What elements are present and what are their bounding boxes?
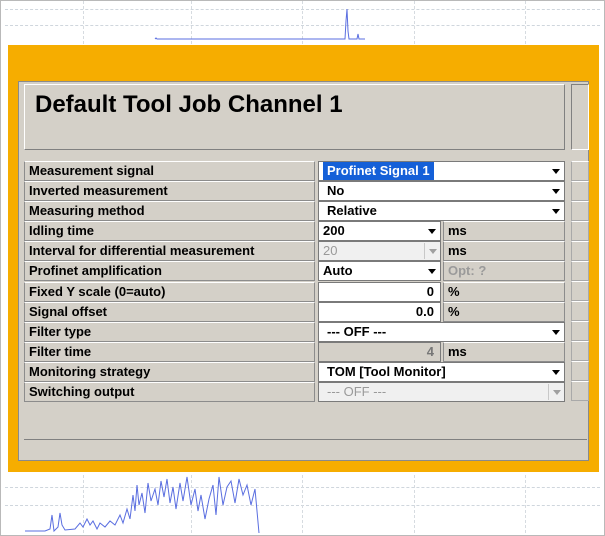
edge-cell [571, 361, 589, 381]
differential-interval-label: Interval for differential measurement [24, 241, 315, 262]
edge-cell [571, 301, 589, 321]
edge-cell [571, 161, 589, 181]
dialog-title: Default Tool Job Channel 1 [35, 91, 343, 118]
edge-cell [571, 221, 589, 241]
signal-chart-bottom [5, 475, 600, 533]
job-channel-dialog: Default Tool Job Channel 1 Measurement s… [8, 45, 599, 472]
chevron-down-icon[interactable] [548, 363, 563, 380]
title-panel: Default Tool Job Channel 1 [24, 84, 565, 150]
measurement-signal-select[interactable]: Profinet Signal 1 [318, 161, 565, 181]
inverted-measurement-select[interactable]: No [318, 181, 565, 202]
row-idling-time: Idling time 200 ms [24, 221, 565, 242]
profinet-amplification-value: Auto [323, 263, 353, 279]
measurement-signal-value: Profinet Signal 1 [323, 162, 434, 180]
settings-table: Measurement signal Profinet Signal 1 Inv… [24, 161, 565, 403]
edge-cell [571, 381, 589, 401]
chevron-down-icon[interactable] [548, 323, 563, 340]
row-differential-interval: Interval for differential measurement 20… [24, 241, 565, 262]
switching-output-value: --- OFF --- [327, 384, 387, 400]
measuring-method-label: Measuring method [24, 201, 315, 222]
chevron-down-icon [424, 243, 439, 260]
monitoring-strategy-select[interactable]: TOM [Tool Monitor] [318, 361, 565, 382]
fixed-y-scale-unit: % [443, 281, 565, 302]
row-signal-offset: Signal offset 0.0 % [24, 301, 565, 322]
signal-chart-top [5, 1, 600, 44]
row-measuring-method: Measuring method Relative [24, 201, 565, 222]
fixed-y-scale-label: Fixed Y scale (0=auto) [24, 281, 315, 302]
row-monitoring-strategy: Monitoring strategy TOM [Tool Monitor] [24, 361, 565, 382]
edge-cell [571, 281, 589, 301]
signal-offset-label: Signal offset [24, 301, 315, 322]
chevron-down-icon[interactable] [548, 183, 563, 200]
idling-time-label: Idling time [24, 221, 315, 242]
monitoring-strategy-value: TOM [Tool Monitor] [327, 363, 446, 379]
filter-time-unit: ms [443, 341, 565, 362]
signal-trace-top [154, 8, 365, 40]
profinet-amplification-label: Profinet amplification [24, 261, 315, 282]
signal-trace-bottom [25, 476, 260, 533]
edge-cell [571, 241, 589, 261]
edge-cell [571, 261, 589, 281]
profinet-amplification-select[interactable]: Auto [318, 261, 441, 282]
row-switching-output: Switching output --- OFF --- [24, 382, 565, 403]
differential-interval-unit: ms [443, 241, 565, 262]
chevron-down-icon [548, 384, 563, 401]
chevron-down-icon[interactable] [424, 263, 439, 280]
differential-interval-value: 20 [323, 243, 338, 259]
dialog-status-bar [24, 439, 587, 459]
dialog-panel: Default Tool Job Channel 1 Measurement s… [18, 81, 589, 461]
edge-cell [571, 321, 589, 341]
side-panel [571, 84, 589, 150]
chevron-down-icon[interactable] [424, 223, 439, 240]
idling-time-value: 200 [323, 223, 345, 239]
chevron-down-icon[interactable] [548, 163, 563, 179]
filter-time-value: 4 [318, 341, 441, 362]
edge-cell [571, 341, 589, 361]
row-filter-time: Filter time 4 ms [24, 341, 565, 362]
filter-type-value: --- OFF --- [327, 323, 387, 339]
row-profinet-amplification: Profinet amplification Auto Opt: ? [24, 261, 565, 282]
measuring-method-select[interactable]: Relative [318, 201, 565, 222]
differential-interval-select: 20 [318, 241, 441, 262]
filter-time-label: Filter time [24, 341, 315, 362]
inverted-measurement-label: Inverted measurement [24, 181, 315, 202]
app-window: Default Tool Job Channel 1 Measurement s… [0, 0, 605, 536]
row-filter-type: Filter type --- OFF --- [24, 321, 565, 342]
idling-time-select[interactable]: 200 [318, 221, 441, 242]
idling-time-unit: ms [443, 221, 565, 242]
monitoring-strategy-label: Monitoring strategy [24, 361, 315, 382]
signal-offset-input[interactable]: 0.0 [318, 301, 441, 322]
row-inverted-measurement: Inverted measurement No [24, 181, 565, 202]
switching-output-label: Switching output [24, 382, 315, 403]
filter-type-label: Filter type [24, 321, 315, 342]
edge-cell [571, 181, 589, 201]
edge-cell [571, 201, 589, 221]
measurement-signal-label: Measurement signal [24, 161, 315, 181]
profinet-amplification-opt: Opt: ? [443, 261, 565, 282]
measuring-method-value: Relative [327, 203, 377, 219]
row-fixed-y-scale: Fixed Y scale (0=auto) 0 % [24, 281, 565, 302]
switching-output-select: --- OFF --- [318, 382, 565, 403]
chevron-down-icon[interactable] [548, 203, 563, 220]
row-measurement-signal: Measurement signal Profinet Signal 1 [24, 161, 565, 181]
signal-offset-unit: % [443, 301, 565, 322]
fixed-y-scale-input[interactable]: 0 [318, 281, 441, 302]
filter-type-select[interactable]: --- OFF --- [318, 321, 565, 342]
inverted-measurement-value: No [327, 183, 345, 199]
